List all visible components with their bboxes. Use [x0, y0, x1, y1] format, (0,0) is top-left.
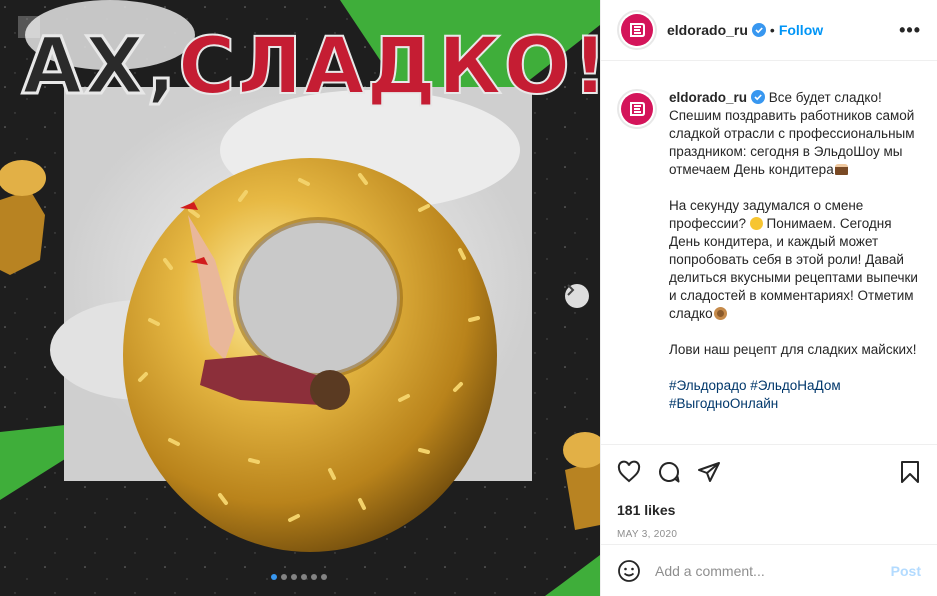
add-comment-bar: Add a comment... Post [601, 544, 937, 596]
donut-emoji-icon [713, 307, 727, 320]
verified-badge-icon [751, 23, 766, 37]
caption-paragraph-1: eldorado_ru Все будет сладко! Спешим поз… [669, 89, 921, 179]
post-side-panel: eldorado_ru • Follow ••• eldorado_ru Все… [600, 0, 937, 596]
carousel-dot[interactable] [311, 574, 317, 580]
caption-paragraph-2: На секунду задумался о смене профессии? … [669, 197, 921, 323]
chevron-right-icon [567, 284, 575, 296]
caption-username[interactable]: eldorado_ru [669, 90, 747, 105]
bookmark-icon[interactable] [899, 460, 921, 484]
caption-avatar[interactable] [617, 89, 657, 129]
caption-text-2b: Понимаем. Сегодня День кондитера, и кажд… [669, 216, 918, 321]
hashtag-line[interactable]: #ВыгодноОнлайн [669, 395, 921, 413]
post-actions: 181 likes MAY 3, 2020 [601, 444, 937, 544]
carousel-indicator-icon [18, 16, 40, 38]
follow-button[interactable]: Follow [779, 22, 823, 38]
headline-word-2: СЛАДКО! [177, 22, 600, 112]
headline: АХ,СЛАДКО! [20, 27, 600, 108]
paper-plane-icon[interactable] [697, 460, 721, 484]
thinking-emoji-icon [749, 217, 763, 230]
post-comment-button[interactable]: Post [891, 563, 921, 579]
hashtags: #Эльдорадо #ЭльдоНаДом #ВыгодноОнлайн [669, 377, 921, 413]
cake-emoji-icon [834, 164, 848, 175]
eldorado-logo-icon [630, 102, 645, 116]
header-separator: • [769, 22, 775, 38]
comment-icon[interactable] [657, 460, 681, 484]
carousel-dot[interactable] [301, 574, 307, 580]
carousel-dot[interactable] [321, 574, 327, 580]
header-username[interactable]: eldorado_ru [667, 22, 748, 38]
more-options-button[interactable]: ••• [899, 20, 921, 41]
post-date[interactable]: MAY 3, 2020 [617, 529, 921, 540]
carousel-dot[interactable] [291, 574, 297, 580]
avatar[interactable] [617, 10, 657, 50]
post-image[interactable]: АХ,СЛАДКО! [0, 0, 600, 596]
verified-badge-icon [751, 90, 766, 104]
hashtag-line[interactable]: #Эльдорадо #ЭльдоНаДом [669, 377, 921, 395]
headline-word-1: АХ, [20, 22, 179, 112]
carousel-dot[interactable] [271, 574, 277, 580]
comment-input[interactable]: Add a comment... [655, 563, 765, 579]
carousel-dot[interactable] [281, 574, 287, 580]
caption: eldorado_ru Все будет сладко! Спешим поз… [617, 89, 921, 413]
caption-paragraph-3: Лови наш рецепт для сладких майских! [669, 342, 917, 357]
cupcake-left [0, 160, 46, 275]
next-slide-button[interactable] [565, 284, 589, 308]
heart-icon[interactable] [617, 460, 641, 484]
likes-count[interactable]: 181 likes [617, 502, 921, 518]
carousel-dots [271, 574, 327, 580]
eldorado-logo-icon [630, 23, 645, 37]
post-header: eldorado_ru • Follow ••• [601, 0, 937, 61]
smiley-icon[interactable] [617, 559, 641, 583]
caption-scroll-area[interactable]: eldorado_ru Все будет сладко! Спешим поз… [601, 61, 937, 444]
